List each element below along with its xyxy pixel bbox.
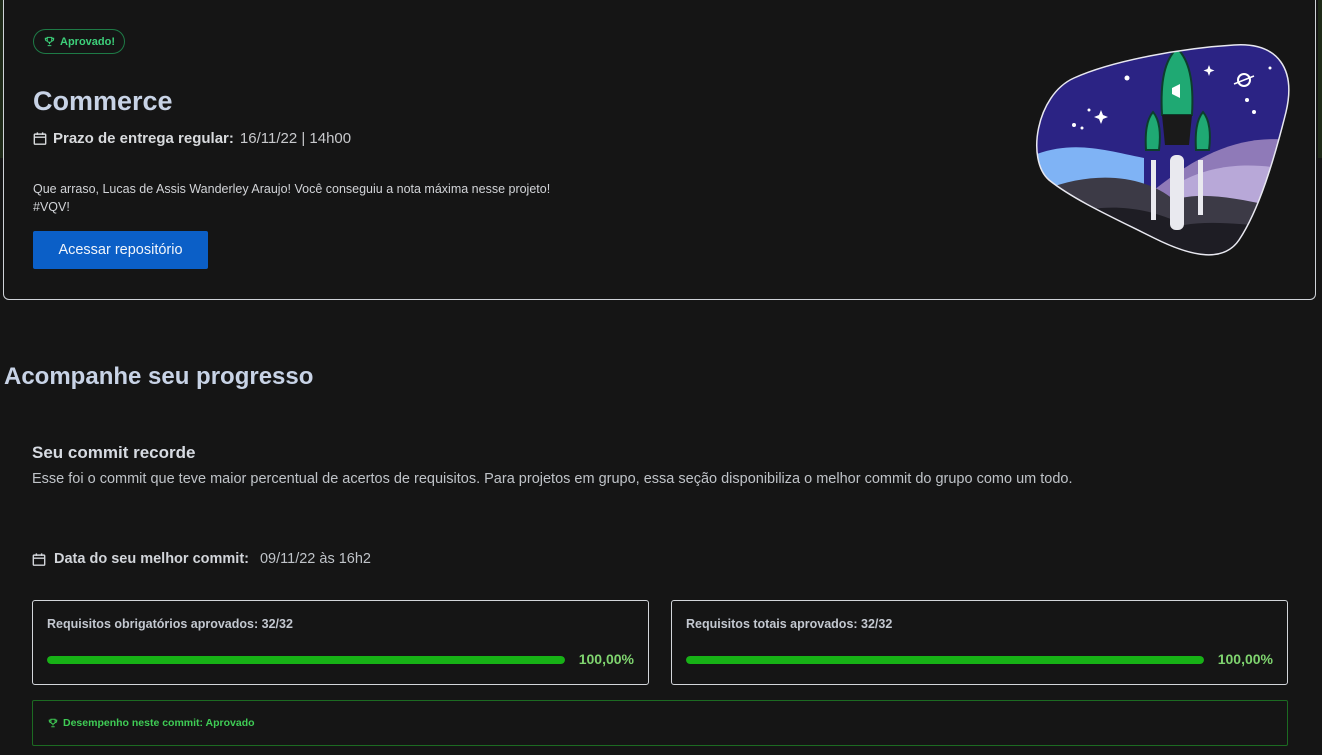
total-requirements-title: Requisitos totais aprovados: 32/32 <box>686 617 893 631</box>
commit-performance-label: Desempenho neste commit: Aprovado <box>63 717 255 729</box>
commit-record-description: Esse foi o commit que teve maior percent… <box>32 471 1073 487</box>
progress-section-title: Acompanhe seu progresso <box>4 363 314 390</box>
page-edge-right <box>1318 0 1322 158</box>
total-progress-bar <box>686 656 1204 664</box>
project-title: Commerce <box>33 86 173 116</box>
mandatory-requirements-card: Requisitos obrigatórios aprovados: 32/32… <box>32 600 649 685</box>
calendar-icon <box>33 132 47 145</box>
mandatory-progress-bar <box>47 656 565 664</box>
approved-badge-label: Aprovado! <box>60 35 115 48</box>
best-commit-date: Data do seu melhor commit: 09/11/22 às 1… <box>32 551 371 567</box>
calendar-icon <box>32 552 46 566</box>
deadline-row: Prazo de entrega regular: 16/11/22 | 14h… <box>33 130 351 147</box>
total-percentage: 100,00% <box>1217 651 1273 667</box>
trophy-icon <box>48 718 58 728</box>
mandatory-percentage: 100,00% <box>578 651 634 667</box>
total-requirements-card: Requisitos totais aprovados: 32/32 100,0… <box>671 600 1288 685</box>
mandatory-requirements-title: Requisitos obrigatórios aprovados: 32/32 <box>47 617 293 631</box>
deadline-label: Prazo de entrega regular: <box>53 130 234 147</box>
approved-badge: Aprovado! <box>33 29 125 54</box>
project-hero-card: Aprovado! Commerce Prazo de entrega regu… <box>3 0 1316 300</box>
commit-record-title: Seu commit recorde <box>32 443 196 462</box>
total-progress-fill <box>686 656 1204 664</box>
rocket-illustration <box>1036 44 1290 256</box>
trophy-icon <box>44 36 55 47</box>
best-commit-date-value: 09/11/22 às 16h2 <box>259 551 371 567</box>
access-repository-button[interactable]: Acessar repositório <box>33 231 208 269</box>
best-commit-date-label: Data do seu melhor commit: <box>54 551 249 567</box>
mandatory-progress-fill <box>47 656 565 664</box>
congrats-message: Que arraso, Lucas de Assis Wanderley Ara… <box>33 180 550 216</box>
deadline-value: 16/11/22 | 14h00 <box>239 130 352 147</box>
commit-performance-banner: Desempenho neste commit: Aprovado <box>32 700 1288 746</box>
hashtag-line: #VQV! <box>33 200 70 214</box>
congrats-line: Que arraso, Lucas de Assis Wanderley Ara… <box>33 182 551 196</box>
